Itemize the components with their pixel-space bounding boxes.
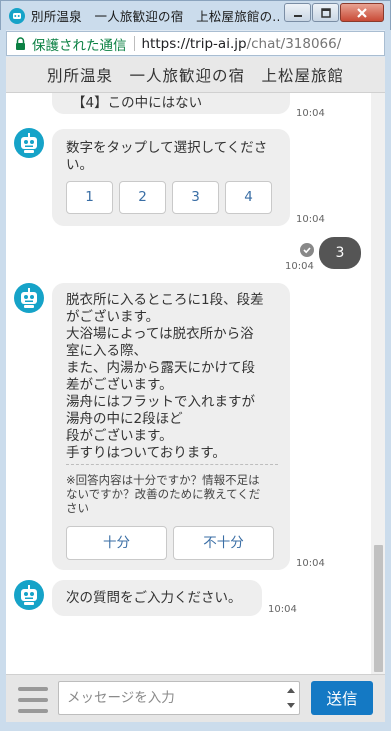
option-button-4[interactable]: 4 <box>225 181 272 214</box>
chat-title: 別所温泉 一人旅歓迎の宿 上松屋旅館 <box>46 66 344 85</box>
answer-line: がございます。 <box>66 309 160 325</box>
feedback-line: ※回答内容は十分ですか？情報不足は <box>66 473 260 487</box>
minimize-icon <box>293 14 302 17</box>
answer-line: また、内湯から露天にかけて段 <box>66 360 255 376</box>
menu-icon[interactable] <box>18 687 48 713</box>
answer-line: 手すりはついております。 <box>66 445 226 461</box>
address-bar[interactable]: 保護された通信 https://trip-ai.jp/chat/318066/ <box>6 31 385 56</box>
user-message: 3 <box>319 237 361 269</box>
message-input[interactable] <box>58 681 300 715</box>
scrollbar-thumb[interactable] <box>374 545 383 672</box>
bot-message-2-text: 数字をタップして選択してください。 <box>66 140 268 173</box>
maximize-button[interactable] <box>312 3 339 22</box>
window-frame-right <box>385 30 391 722</box>
url-host: https://trip-ai.jp <box>141 35 247 52</box>
robot-icon <box>21 133 37 153</box>
feedback-divider <box>66 464 278 465</box>
feedback-prompt: ※回答内容は十分ですか？情報不足は ないですか？改善のために教えてくだ さい <box>66 473 282 515</box>
url-path: /chat/318066/ <box>246 35 342 52</box>
answer-line: 脱衣所に入るところに1段、段差 <box>66 292 264 308</box>
minimize-button[interactable] <box>284 3 311 22</box>
answer-line: 差がございます。 <box>66 377 173 393</box>
answer-line: 湯舟にはフラットで入れますが <box>66 394 255 410</box>
user-message-text: 3 <box>335 245 345 261</box>
chat-header: 別所温泉 一人旅歓迎の宿 上松屋旅館 <box>6 57 385 93</box>
read-check-icon <box>300 243 314 257</box>
message-time: 10:04 <box>296 558 325 569</box>
bot-message-4-text: 次の質問をご入力ください。 <box>66 589 242 606</box>
message-time: 10:04 <box>268 604 297 615</box>
bot-message-2: 数字をタップして選択してください。 1 2 3 4 <box>52 129 290 226</box>
answer-line: 段がございます。 <box>66 428 173 444</box>
feedback-line: ないですか？改善のために教えてくだ <box>66 487 261 501</box>
close-window-button[interactable] <box>340 3 384 22</box>
chat-scrollbar[interactable] <box>371 93 385 674</box>
window-controls <box>284 3 384 22</box>
address-separator <box>133 36 135 51</box>
bot-avatar <box>14 580 44 610</box>
url-text[interactable]: https://trip-ai.jp/chat/318066/ <box>142 36 342 52</box>
bot-message-1-text: 【4】この中にはない <box>72 95 203 111</box>
window-title: 別所温泉 一人旅歓迎の宿 上松屋旅館の... <box>31 9 279 24</box>
lock-icon <box>15 37 26 50</box>
secure-label: 保護された通信 <box>32 37 127 54</box>
input-bar: 送信 <box>6 674 385 722</box>
send-button[interactable]: 送信 <box>311 681 373 715</box>
window-titlebar: 別所温泉 一人旅歓迎の宿 上松屋旅館の... <box>0 0 391 30</box>
bot-avatar <box>14 283 44 313</box>
bot-message-1: 【4】この中にはない <box>52 93 290 114</box>
feedback-line: さい <box>66 501 89 515</box>
option-button-3[interactable]: 3 <box>172 181 219 214</box>
option-button-2[interactable]: 2 <box>119 181 166 214</box>
bot-avatar <box>14 128 44 158</box>
option-button-1[interactable]: 1 <box>66 181 113 214</box>
message-time: 10:04 <box>296 108 325 119</box>
answer-line: 室に入る際、 <box>66 343 147 359</box>
feedback-enough-button[interactable]: 十分 <box>66 526 167 560</box>
robot-icon <box>21 585 37 605</box>
answer-line: 湯舟の中に2段ほど <box>66 411 183 427</box>
feedback-not-enough-button[interactable]: 不十分 <box>173 526 274 560</box>
maximize-icon <box>320 7 331 18</box>
chat-area[interactable]: 【4】この中にはない 10:04 数字をタップして選択してください。 1 2 3… <box>6 93 385 674</box>
robot-icon <box>21 288 37 308</box>
app-robot-icon <box>9 7 25 24</box>
message-time: 10:04 <box>296 214 325 225</box>
message-time: 10:04 <box>285 261 314 272</box>
answer-line: 大浴場によっては脱衣所から浴 <box>66 326 254 342</box>
close-icon <box>357 7 367 18</box>
window-frame-bottom <box>0 722 391 731</box>
bot-message-3-text: 脱衣所に入るところに1段、段差 がございます。 大浴場によっては脱衣所から浴 室… <box>66 292 278 462</box>
bot-message-4: 次の質問をご入力ください。 <box>52 580 262 616</box>
input-spinner-icon[interactable] <box>286 684 296 712</box>
bot-message-3: 脱衣所に入るところに1段、段差 がございます。 大浴場によっては脱衣所から浴 室… <box>52 283 290 570</box>
